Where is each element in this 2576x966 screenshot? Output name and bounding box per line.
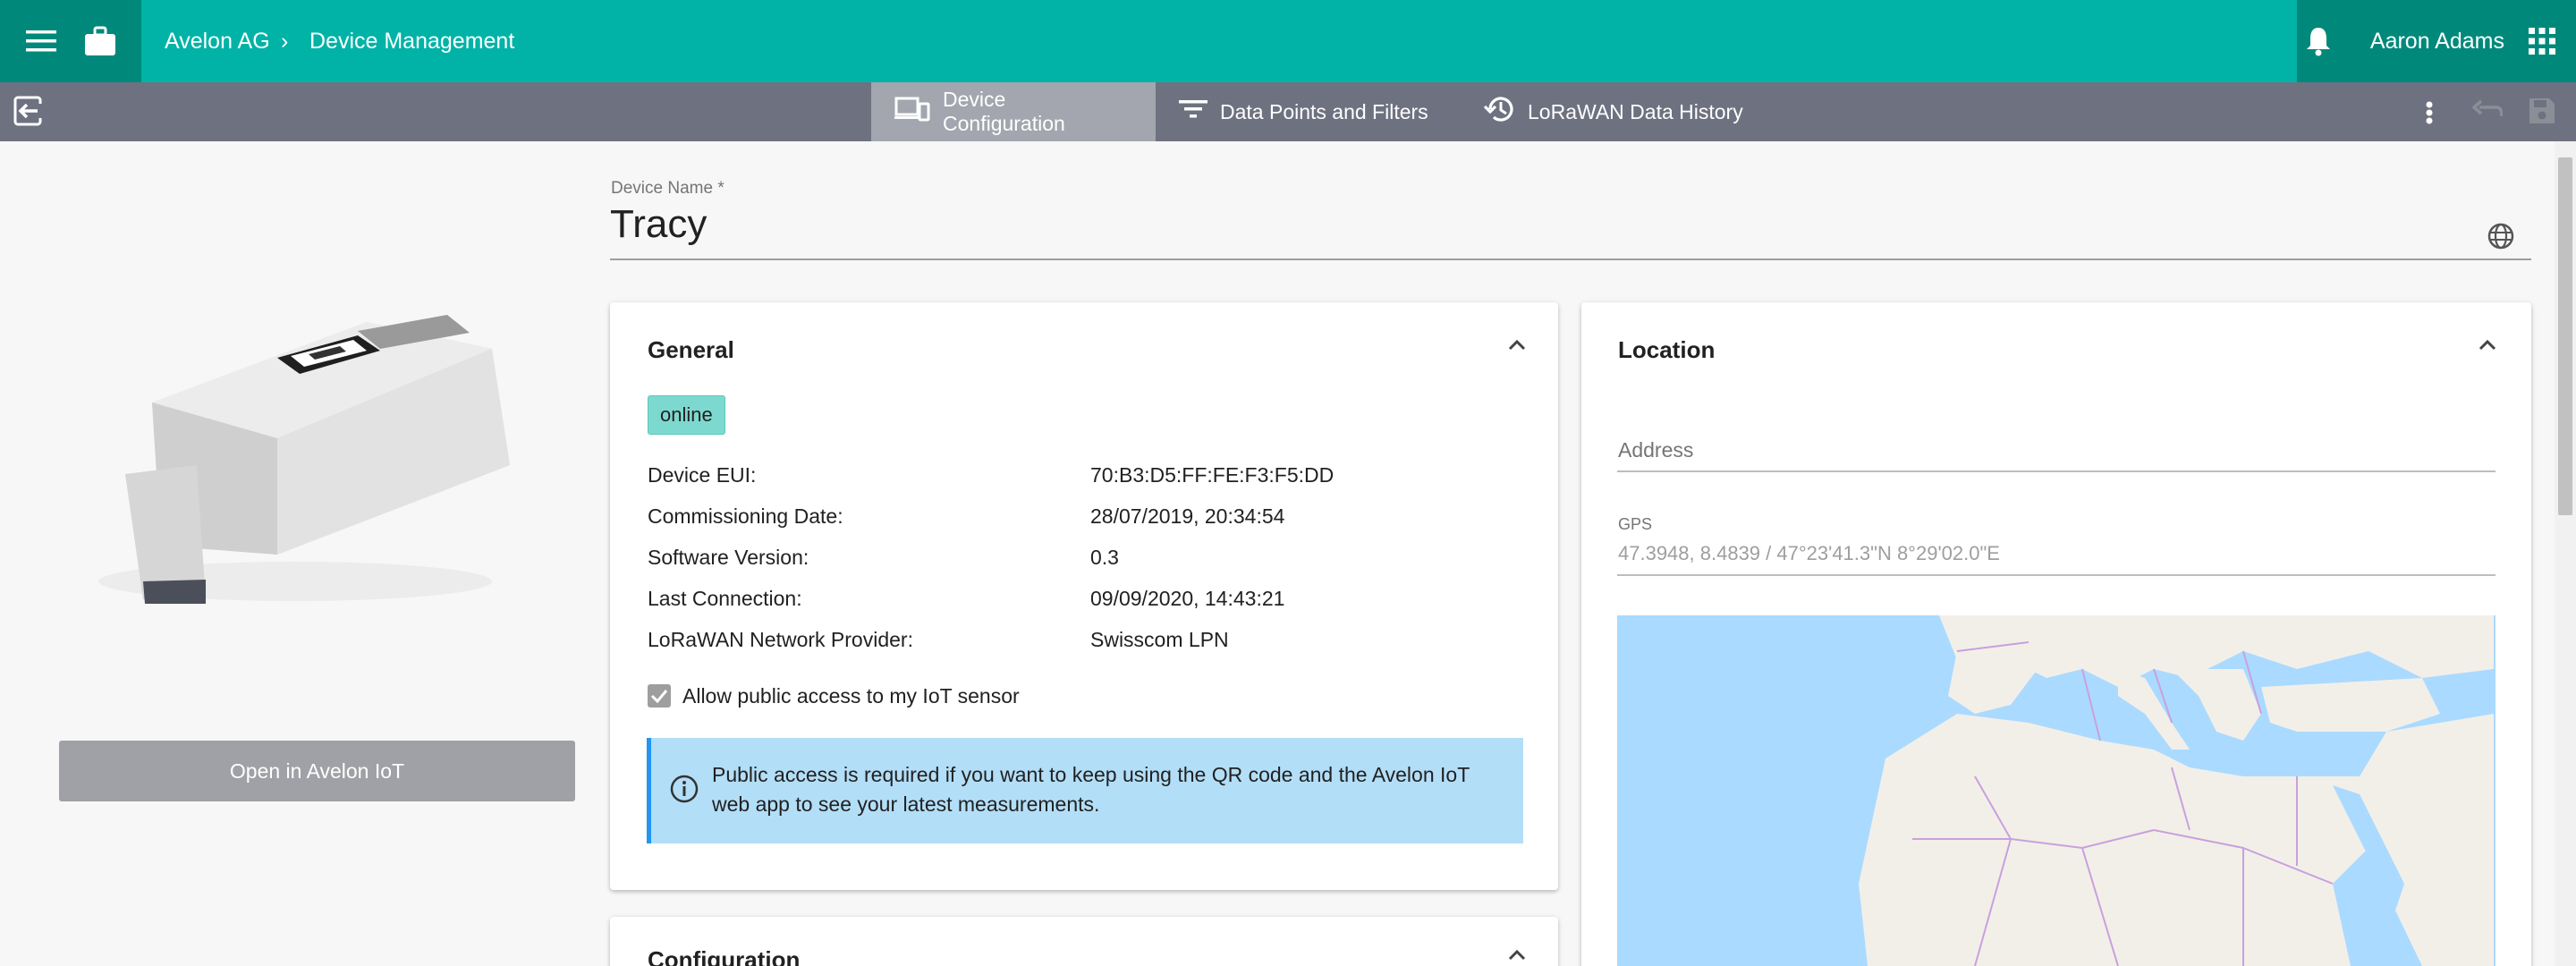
undo-icon[interactable]	[2470, 98, 2504, 125]
chevron-up-icon[interactable]	[2475, 333, 2500, 358]
address-underline	[1617, 470, 2496, 472]
breadcrumb-separator: ›	[281, 29, 289, 54]
apps-grid-icon[interactable]	[2521, 20, 2563, 63]
commissioning-date-label: Commissioning Date:	[648, 504, 843, 528]
save-icon[interactable]	[2528, 97, 2558, 127]
public-access-checkbox[interactable]	[648, 684, 671, 708]
tab-device-configuration[interactable]: Device Configuration	[871, 82, 1156, 141]
tab-lorawan-data-history[interactable]: LoRaWAN Data History	[1460, 82, 1767, 141]
header-left-block	[0, 0, 141, 82]
header-right-block: Aaron Adams	[2297, 0, 2576, 82]
app-header: Avelon AG › Device Management Aaron Adam…	[0, 0, 2576, 82]
device-eui-label: Device EUI:	[648, 463, 757, 487]
location-card-title: Location	[1618, 336, 1716, 363]
notifications-bell-icon[interactable]	[2297, 20, 2340, 63]
breadcrumb-org[interactable]: Avelon AG	[165, 0, 270, 82]
check-icon	[650, 690, 668, 704]
more-vert-icon[interactable]	[2419, 97, 2440, 128]
last-connection-value: 09/09/2020, 14:43:21	[1090, 587, 1285, 610]
menu-icon[interactable]	[20, 20, 63, 63]
history-icon	[1483, 94, 1515, 130]
globe-icon[interactable]	[2487, 222, 2517, 252]
software-version-value: 0.3	[1090, 546, 1119, 569]
breadcrumb-section[interactable]: Device Management	[309, 0, 514, 82]
filter-icon	[1179, 98, 1208, 125]
status-badge: online	[648, 395, 725, 435]
software-version-label: Software Version:	[648, 546, 809, 569]
device-name-input[interactable]: Tracy	[610, 202, 707, 247]
tab-label: Device Configuration	[943, 88, 1065, 135]
chevron-up-icon[interactable]	[1504, 943, 1530, 966]
commissioning-date-value: 28/07/2019, 20:34:54	[1090, 504, 1285, 528]
network-provider-value: Swisscom LPN	[1090, 628, 1229, 651]
device-image	[72, 295, 537, 617]
tab-label: Data Points and Filters	[1220, 99, 1428, 123]
open-in-avelon-iot-button[interactable]: Open in Avelon IoT	[59, 741, 575, 801]
tab-label: LoRaWAN Data History	[1528, 99, 1743, 123]
gps-label: GPS	[1618, 515, 1653, 533]
device-eui-value: 70:B3:D5:FF:FE:F3:F5:DD	[1090, 463, 1335, 487]
general-card-title: General	[648, 336, 734, 363]
network-provider-label: LoRaWAN Network Provider:	[648, 628, 913, 651]
tab-bar: Device Configuration Data Points and Fil…	[0, 82, 2576, 141]
tab-data-points-and-filters[interactable]: Data Points and Filters	[1156, 82, 1452, 141]
page-scrollbar-thumb[interactable]	[2558, 157, 2572, 515]
device-name-label: Device Name *	[611, 179, 724, 198]
location-map[interactable]	[1617, 615, 2496, 966]
configuration-card-title: Configuration	[648, 946, 801, 966]
address-input[interactable]: Address	[1618, 438, 1693, 462]
gps-underline	[1617, 574, 2496, 576]
user-name[interactable]: Aaron Adams	[2370, 0, 2504, 82]
info-box-text: Public access is required if you want to…	[712, 763, 1470, 816]
public-access-info-box: Public access is required if you want to…	[647, 738, 1523, 843]
info-icon	[669, 774, 699, 809]
public-access-label[interactable]: Allow public access to my IoT sensor	[682, 684, 1020, 708]
chevron-up-icon[interactable]	[1504, 333, 1530, 358]
briefcase-icon[interactable]	[79, 20, 122, 63]
last-connection-label: Last Connection:	[648, 587, 802, 610]
exit-icon[interactable]	[13, 95, 48, 131]
devices-icon	[894, 97, 930, 127]
device-name-underline	[610, 258, 2531, 260]
gps-input[interactable]: 47.3948, 8.4839 / 47°23'41.3"N 8°29'02.0…	[1618, 542, 2000, 565]
